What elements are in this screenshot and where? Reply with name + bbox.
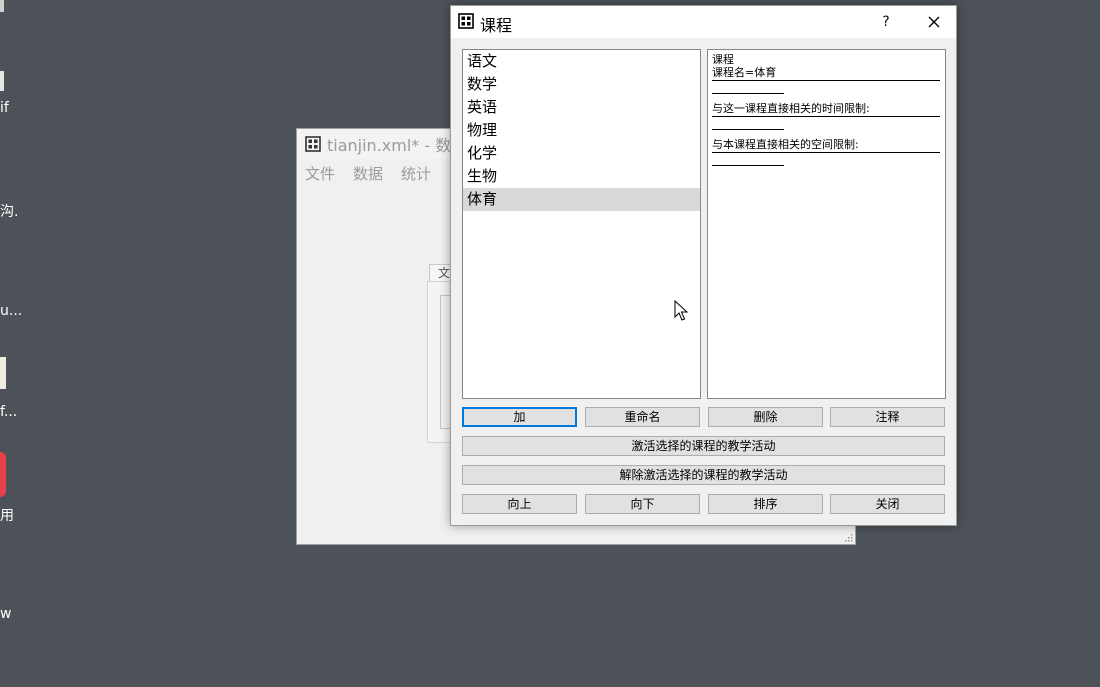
desktop-label: 用 — [0, 508, 14, 524]
close-window-button[interactable] — [917, 10, 951, 34]
list-item[interactable]: 语文 — [463, 50, 700, 73]
course-detail-panel[interactable]: 课程 课程名=体育 与这一课程直接相关的时间限制: 与本课程直接相关的空间限制: — [707, 49, 946, 399]
list-item[interactable]: 物理 — [463, 119, 700, 142]
menu-data[interactable]: 数据 — [353, 163, 383, 184]
list-item-selected[interactable]: 体育 — [463, 188, 700, 211]
app-grid-icon — [305, 136, 321, 152]
detail-heading: 课程 — [712, 53, 734, 66]
desktop-label: if — [0, 100, 9, 116]
app-grid-icon — [458, 13, 474, 29]
course-list[interactable]: 语文 数学 英语 物理 化学 生物 体育 — [462, 49, 701, 399]
add-button[interactable]: 加 — [462, 407, 577, 427]
sort-button[interactable]: 排序 — [708, 494, 823, 514]
background-window-title: tianjin.xml* - 数 — [327, 136, 452, 155]
list-item[interactable]: 化学 — [463, 142, 700, 165]
mouse-cursor-icon — [674, 300, 688, 321]
space-constraints-label: 与本课程直接相关的空间限制: — [712, 138, 859, 151]
menu-statistics[interactable]: 统计 — [401, 163, 431, 184]
move-down-button[interactable]: 向下 — [585, 494, 700, 514]
dialog-titlebar[interactable]: 课程 ? — [451, 6, 956, 38]
desktop-icon-fragment[interactable] — [0, 0, 4, 12]
desktop-icon-fragment[interactable] — [0, 71, 4, 91]
deactivate-activities-button[interactable]: 解除激活选择的课程的教学活动 — [462, 465, 945, 485]
dialog-title: 课程 — [480, 16, 513, 35]
desktop-app-icon[interactable] — [0, 452, 6, 497]
help-button[interactable]: ? — [869, 10, 903, 34]
list-item[interactable]: 生物 — [463, 165, 700, 188]
resize-grip-icon[interactable] — [843, 532, 853, 542]
delete-button[interactable]: 删除 — [708, 407, 823, 427]
desktop-icon-fragment[interactable] — [0, 357, 6, 389]
activate-activities-button[interactable]: 激活选择的课程的教学活动 — [462, 436, 945, 456]
list-item[interactable]: 数学 — [463, 73, 700, 96]
desktop-label: 沟. — [0, 204, 19, 220]
comment-button[interactable]: 注释 — [830, 407, 945, 427]
move-up-button[interactable]: 向上 — [462, 494, 577, 514]
desktop-label: w — [0, 606, 12, 622]
desktop-label: f... — [0, 404, 18, 420]
list-item[interactable]: 英语 — [463, 96, 700, 119]
desktop-label: u... — [0, 303, 23, 319]
close-icon — [928, 16, 940, 28]
close-button[interactable]: 关闭 — [830, 494, 945, 514]
rename-button[interactable]: 重命名 — [585, 407, 700, 427]
menu-file[interactable]: 文件 — [305, 163, 335, 184]
divider — [712, 165, 784, 166]
time-constraints-label: 与这一课程直接相关的时间限制: — [712, 102, 870, 115]
detail-name: 课程名=体育 — [712, 66, 777, 79]
course-dialog: 课程 ? 语文 数学 英语 物理 化学 生物 体育 课程 课程名=体育 与这一课… — [450, 5, 957, 526]
